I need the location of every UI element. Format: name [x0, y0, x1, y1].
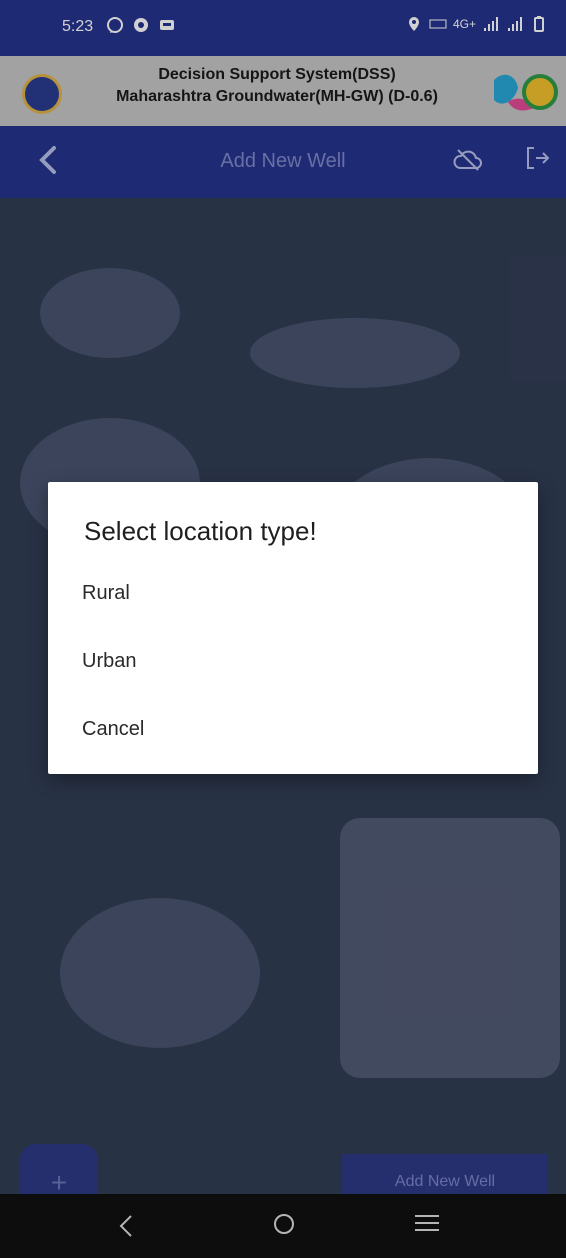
location-type-dialog: Select location type! Rural Urban Cancel: [48, 482, 538, 774]
rural-option[interactable]: Rural: [82, 582, 130, 605]
urban-option[interactable]: Urban: [82, 650, 136, 673]
dialog-title: Select location type!: [84, 516, 317, 546]
cancel-option[interactable]: Cancel: [82, 718, 144, 741]
